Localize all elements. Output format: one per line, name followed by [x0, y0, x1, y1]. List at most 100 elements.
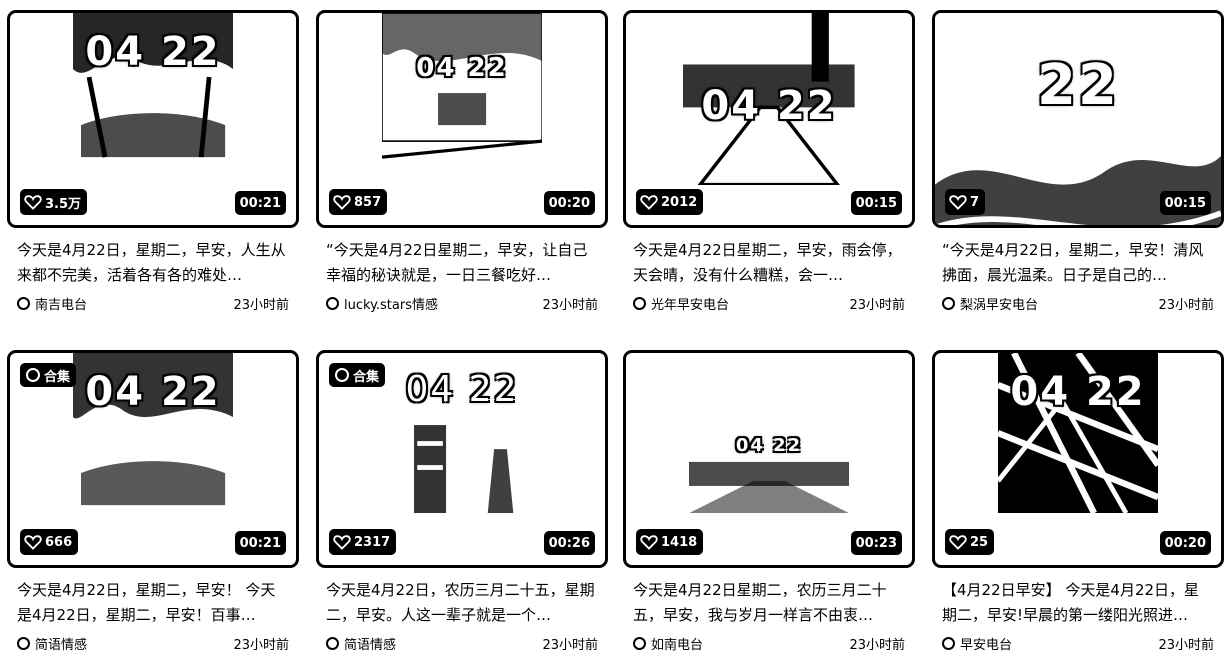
post-time: 23小时前: [233, 298, 289, 313]
video-card[interactable]: 04 22 25 00:20 【4月22日早安】 今天是4月22日，星期二，早安…: [932, 350, 1224, 653]
video-meta: 如南电台 23小时前: [633, 634, 905, 653]
video-card[interactable]: 合集 04 22 666 00:21 今天是4月22日，星期二，早安！ 今天是4…: [7, 350, 299, 653]
author[interactable]: 光年早安电台: [633, 294, 729, 313]
video-thumbnail[interactable]: 合集 04 22 666 00:21: [7, 350, 299, 568]
author-name: 简语情感: [344, 638, 397, 653]
heart-icon: [949, 195, 967, 210]
like-count[interactable]: 2317: [329, 529, 397, 555]
video-thumbnail[interactable]: 22 7 00:15: [932, 10, 1224, 228]
author-name: 简语情感: [35, 638, 88, 653]
like-count[interactable]: 666: [20, 529, 79, 555]
author-name: 南吉电台: [35, 298, 88, 313]
video-card[interactable]: 04 22 3.5万 00:21 今天是4月22日，星期二，早安，人生从来都不完…: [7, 10, 299, 313]
date-stamp: 04 22: [85, 29, 221, 75]
video-thumbnail[interactable]: 04 22 3.5万 00:21: [7, 10, 299, 228]
video-card[interactable]: 22 7 00:15 “今天是4月22日，星期二，早安！清风拂面，晨光温柔。日子…: [932, 10, 1224, 313]
video-meta: 简语情感 23小时前: [326, 634, 598, 653]
author[interactable]: 南吉电台: [17, 294, 87, 313]
duration-badge: 00:15: [1159, 191, 1211, 215]
heart-icon: [949, 535, 967, 550]
author[interactable]: 梨涡早安电台: [942, 294, 1038, 313]
post-time: 23小时前: [1158, 638, 1214, 653]
like-count[interactable]: 7: [945, 189, 986, 215]
like-count-label: 25: [970, 534, 989, 550]
like-count-label: 2012: [661, 194, 698, 210]
video-meta: lucky.stars情感 23小时前: [326, 294, 598, 313]
video-title[interactable]: 【4月22日早安】 今天是4月22日，星期二，早安!早晨的第一缕阳光照进…: [942, 578, 1214, 628]
video-card[interactable]: 04 22 857 00:20 “今天是4月22日星期二，早安，让自己幸福的秘诀…: [316, 10, 608, 313]
video-title[interactable]: 今天是4月22日，农历三月二十五，星期二，早安。人这一辈子就是一个…: [326, 578, 598, 628]
heart-icon: [333, 535, 351, 550]
author-icon: [326, 637, 339, 650]
video-title[interactable]: “今天是4月22日，星期二，早安！清风拂面，晨光温柔。日子是自己的…: [942, 238, 1214, 288]
video-title[interactable]: 今天是4月22日星期二，农历三月二十五，早安，我与岁月一样言不由衷…: [633, 578, 905, 628]
video-card[interactable]: 合集 04 22 2317 00:26 今天是4月22日，农历三月二十五，星期二…: [316, 350, 608, 653]
collection-icon: [335, 368, 349, 382]
date-stamp: 04 22: [701, 83, 837, 129]
video-card[interactable]: 04 22 2012 00:15 今天是4月22日星期二，早安，雨会停，天会晴，…: [623, 10, 915, 313]
video-thumbnail[interactable]: 04 22 1418 00:23: [623, 350, 915, 568]
author-icon: [633, 297, 646, 310]
author[interactable]: 简语情感: [326, 634, 396, 653]
video-thumbnail[interactable]: 合集 04 22 2317 00:26: [316, 350, 608, 568]
author-name: 早安电台: [960, 638, 1013, 653]
post-time: 23小时前: [1158, 298, 1214, 313]
date-stamp: 04 22: [1010, 369, 1146, 415]
author-name: 光年早安电台: [651, 298, 730, 313]
post-time: 23小时前: [233, 638, 289, 653]
video-card[interactable]: 04 22 1418 00:23 今天是4月22日星期二，农历三月二十五，早安，…: [623, 350, 915, 653]
author-name: 梨涡早安电台: [960, 298, 1039, 313]
author[interactable]: 简语情感: [17, 634, 87, 653]
like-count[interactable]: 2012: [636, 189, 704, 215]
like-count-label: 666: [45, 534, 73, 550]
author-icon: [633, 637, 646, 650]
date-stamp: 04 22: [405, 369, 519, 410]
author-icon: [17, 297, 30, 310]
author[interactable]: lucky.stars情感: [326, 294, 438, 313]
video-meta: 梨涡早安电台 23小时前: [942, 294, 1214, 313]
post-time: 23小时前: [542, 638, 598, 653]
post-time: 23小时前: [849, 638, 905, 653]
video-title[interactable]: 今天是4月22日星期二，早安，雨会停，天会晴，没有什么糟糕，会一…: [633, 238, 905, 288]
video-grid: 04 22 3.5万 00:21 今天是4月22日，星期二，早安，人生从来都不完…: [0, 0, 1225, 669]
video-title[interactable]: 今天是4月22日，星期二，早安！ 今天是4月22日，星期二，早安！百事…: [17, 578, 289, 628]
like-count-label: 1418: [661, 534, 698, 550]
duration-badge: 00:21: [234, 191, 286, 215]
duration-badge: 00:26: [543, 531, 595, 555]
like-count[interactable]: 857: [329, 189, 388, 215]
collection-badge[interactable]: 合集: [20, 363, 77, 387]
heart-icon: [24, 195, 42, 210]
like-count-label: 857: [354, 194, 382, 210]
author[interactable]: 如南电台: [633, 634, 703, 653]
post-time: 23小时前: [542, 298, 598, 313]
heart-icon: [333, 195, 351, 210]
video-meta: 光年早安电台 23小时前: [633, 294, 905, 313]
like-count[interactable]: 1418: [636, 529, 704, 555]
heart-icon: [24, 535, 42, 550]
heart-icon: [640, 535, 658, 550]
duration-badge: 00:20: [1159, 531, 1211, 555]
collection-label: 合集: [353, 369, 380, 385]
like-count-label: 7: [970, 194, 980, 210]
video-meta: 南吉电台 23小时前: [17, 294, 289, 313]
video-thumbnail[interactable]: 04 22 2012 00:15: [623, 10, 915, 228]
author-name: lucky.stars情感: [344, 298, 438, 313]
collection-badge[interactable]: 合集: [329, 363, 386, 387]
author-icon: [942, 637, 955, 650]
duration-badge: 00:20: [543, 191, 595, 215]
duration-badge: 00:23: [850, 531, 902, 555]
duration-badge: 00:15: [850, 191, 902, 215]
author[interactable]: 早安电台: [942, 634, 1012, 653]
video-thumbnail[interactable]: 04 22 857 00:20: [316, 10, 608, 228]
heart-icon: [640, 195, 658, 210]
author-name: 如南电台: [651, 638, 704, 653]
like-count[interactable]: 3.5万: [20, 189, 88, 215]
like-count-label: 2317: [354, 534, 391, 550]
video-title[interactable]: 今天是4月22日，星期二，早安，人生从来都不完美，活着各有各的难处…: [17, 238, 289, 288]
collection-icon: [26, 368, 40, 382]
date-stamp: 04 22: [416, 53, 508, 83]
video-thumbnail[interactable]: 04 22 25 00:20: [932, 350, 1224, 568]
like-count[interactable]: 25: [945, 529, 995, 555]
video-title[interactable]: “今天是4月22日星期二，早安，让自己幸福的秘诀就是，一日三餐吃好…: [326, 238, 598, 288]
like-count-label: 3.5万: [45, 196, 82, 212]
